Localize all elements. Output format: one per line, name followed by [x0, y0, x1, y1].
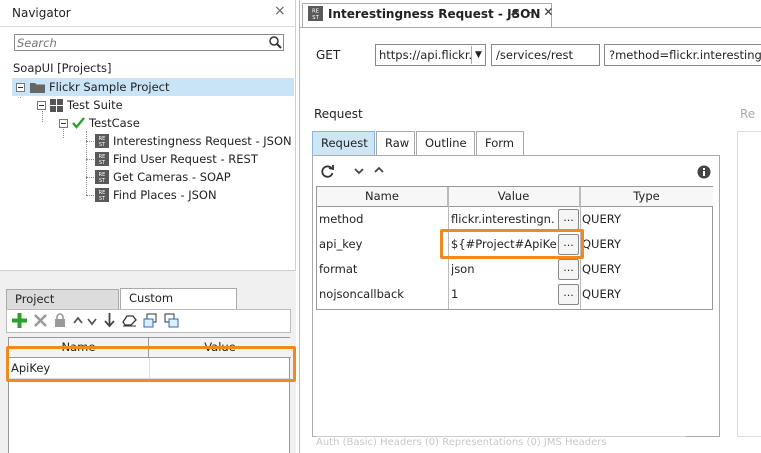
highlight-box: [440, 229, 584, 259]
param-name-cell[interactable]: nojsoncallback: [319, 282, 404, 307]
chevron-down-icon[interactable]: ▼: [471, 46, 485, 64]
endpoint-select[interactable]: https://api.flickr. ▼: [375, 44, 486, 66]
tab-project-properties[interactable]: Project Properties: [6, 289, 119, 325]
remove-icon[interactable]: [34, 314, 47, 327]
refresh-icon[interactable]: [320, 164, 335, 179]
collapse-icon[interactable]: [16, 82, 25, 92]
column-header-value[interactable]: Value: [448, 187, 580, 207]
svg-text:ST: ST: [99, 160, 106, 166]
tab-custom-properties[interactable]: Custom Properties: [120, 288, 237, 324]
column-header-name[interactable]: Name: [317, 187, 448, 207]
tree-item-project[interactable]: Flickr Sample Project: [12, 78, 294, 96]
tree-item-testcase[interactable]: TestCase: [59, 114, 140, 132]
request-section-label: Request: [314, 107, 363, 121]
step-label: Get Cameras - SOAP: [113, 170, 231, 184]
tree-connector: [86, 159, 94, 160]
http-method-label: GET: [316, 48, 341, 62]
editor-tab-title: Interestingness Request - JSON: [328, 7, 541, 21]
param-type-cell[interactable]: QUERY: [582, 232, 621, 257]
tab-form[interactable]: Form: [476, 131, 524, 155]
editor-tab-controls[interactable]: ⬈ ‒ ✕: [510, 5, 555, 19]
tab-raw[interactable]: Raw: [376, 131, 415, 155]
response-section-label: Re: [740, 107, 756, 121]
project-label: Flickr Sample Project: [49, 80, 170, 94]
navigator-title: Navigator: [12, 6, 71, 20]
svg-text:ST: ST: [312, 15, 319, 21]
folder-icon: [30, 81, 45, 93]
param-value-cell[interactable]: json: [451, 257, 555, 282]
move-up-icon[interactable]: [73, 316, 83, 324]
edit-value-button[interactable]: ...: [558, 259, 579, 280]
tree-item-step[interactable]: RE ST Interestingness Request - JSON: [95, 132, 292, 150]
svg-text:RE: RE: [312, 8, 320, 14]
move-up-icon[interactable]: [374, 166, 384, 173]
step-label: Interestingness Request - JSON: [113, 134, 292, 148]
params-toolbar: [316, 160, 716, 184]
bottom-tabs[interactable]: Auth (Basic) Headers (0) Representations…: [316, 436, 686, 453]
test-suite-icon: [50, 98, 63, 112]
rest-step-icon: RE ST: [308, 6, 323, 21]
collapse-icon[interactable]: [59, 118, 68, 128]
rest-step-icon: RE ST: [95, 188, 109, 202]
param-type-cell[interactable]: QUERY: [582, 207, 621, 232]
resource-field[interactable]: /services/rest: [491, 44, 600, 66]
endpoint-value: https://api.flickr.: [379, 48, 473, 62]
params-field[interactable]: ?method=flickr.interestingness: [604, 44, 761, 66]
navigator-close-button[interactable]: ×: [274, 3, 286, 19]
add-icon[interactable]: [12, 313, 27, 328]
svg-text:ST: ST: [99, 142, 106, 148]
tree-connector: [86, 177, 94, 178]
collapse-icon[interactable]: [37, 100, 46, 110]
tree-item-step[interactable]: RE ST Find Places - JSON: [95, 186, 217, 204]
divider: [0, 26, 296, 27]
tree-connector: [86, 141, 94, 142]
step-label: Find Places - JSON: [113, 188, 217, 202]
svg-text:ST: ST: [99, 196, 106, 202]
rest-step-icon: RE ST: [95, 134, 109, 148]
suite-label: Test Suite: [67, 98, 123, 112]
step-label: Find User Request - REST: [113, 152, 258, 166]
search-input[interactable]: [15, 35, 265, 50]
move-down-icon[interactable]: [87, 318, 97, 326]
eraser-icon[interactable]: [122, 314, 137, 327]
tab-request[interactable]: Request: [312, 131, 375, 155]
import-icon[interactable]: [143, 313, 158, 328]
highlight-box: [6, 346, 296, 382]
download-icon[interactable]: [104, 313, 115, 328]
param-type-cell[interactable]: QUERY: [582, 257, 621, 282]
info-icon[interactable]: [697, 165, 711, 179]
divider: [299, 27, 761, 28]
search-icon[interactable]: [268, 35, 283, 50]
tree-item-suite[interactable]: Test Suite: [37, 96, 123, 114]
tree-connector: [86, 195, 94, 196]
param-type-cell[interactable]: QUERY: [582, 282, 621, 307]
testcase-label: TestCase: [89, 116, 140, 130]
export-icon[interactable]: [164, 313, 179, 328]
param-value-cell[interactable]: 1: [451, 282, 555, 307]
response-frame: [737, 131, 761, 437]
search-box[interactable]: [14, 34, 284, 51]
param-name-cell[interactable]: api_key: [319, 232, 362, 257]
edit-value-button[interactable]: ...: [558, 284, 579, 305]
properties-toolbar: [6, 309, 291, 333]
edit-value-button[interactable]: ...: [558, 209, 579, 230]
tree-item-step[interactable]: RE ST Find User Request - REST: [95, 150, 258, 168]
svg-text:ST: ST: [99, 178, 106, 184]
rest-step-icon: RE ST: [95, 170, 109, 184]
lock-icon[interactable]: [54, 313, 66, 327]
rest-step-icon: RE ST: [95, 152, 109, 166]
param-name-cell[interactable]: method: [319, 207, 363, 232]
tree-item-step[interactable]: RE ST Get Cameras - SOAP: [95, 168, 231, 186]
check-icon: [72, 117, 85, 129]
column-header-type[interactable]: Type: [580, 187, 713, 207]
tab-outline[interactable]: Outline: [416, 131, 475, 155]
move-down-icon[interactable]: [354, 168, 364, 175]
param-name-cell[interactable]: format: [319, 257, 357, 282]
tree-root-label[interactable]: SoapUI [Projects]: [13, 61, 111, 75]
